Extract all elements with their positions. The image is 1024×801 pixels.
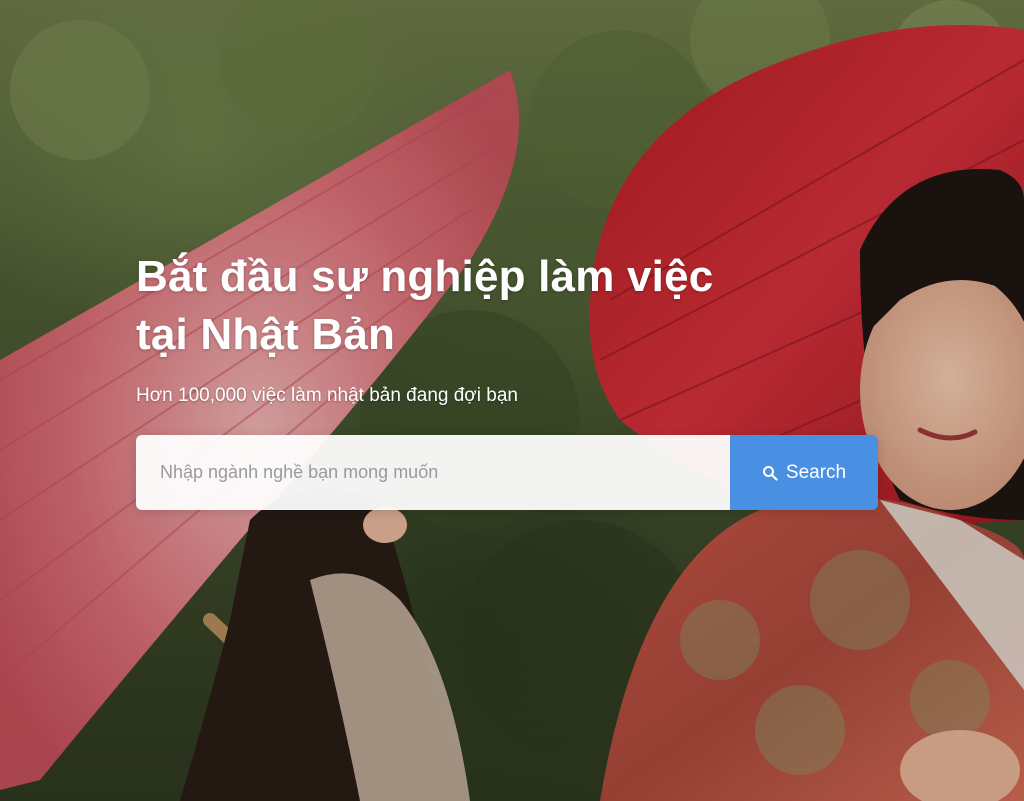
search-button-label: Search [785, 461, 847, 483]
hero-headline: Bắt đầu sự nghiệp làm việc tại Nhật Bản [136, 248, 896, 364]
hero-section: Bắt đầu sự nghiệp làm việc tại Nhật Bản … [0, 0, 1024, 801]
search-button[interactable]: Search [730, 435, 878, 510]
hero-headline-line2: tại Nhật Bản [136, 310, 396, 359]
job-search-bar: Search [136, 435, 878, 510]
hero-headline-line1: Bắt đầu sự nghiệp làm việc [136, 252, 714, 301]
search-icon [762, 465, 778, 481]
hero-subtitle: Hơn 100,000 việc làm nhật bản đang đợi b… [136, 385, 518, 406]
job-search-input[interactable] [136, 435, 730, 510]
hero-content: Bắt đầu sự nghiệp làm việc tại Nhật Bản … [136, 248, 896, 408]
